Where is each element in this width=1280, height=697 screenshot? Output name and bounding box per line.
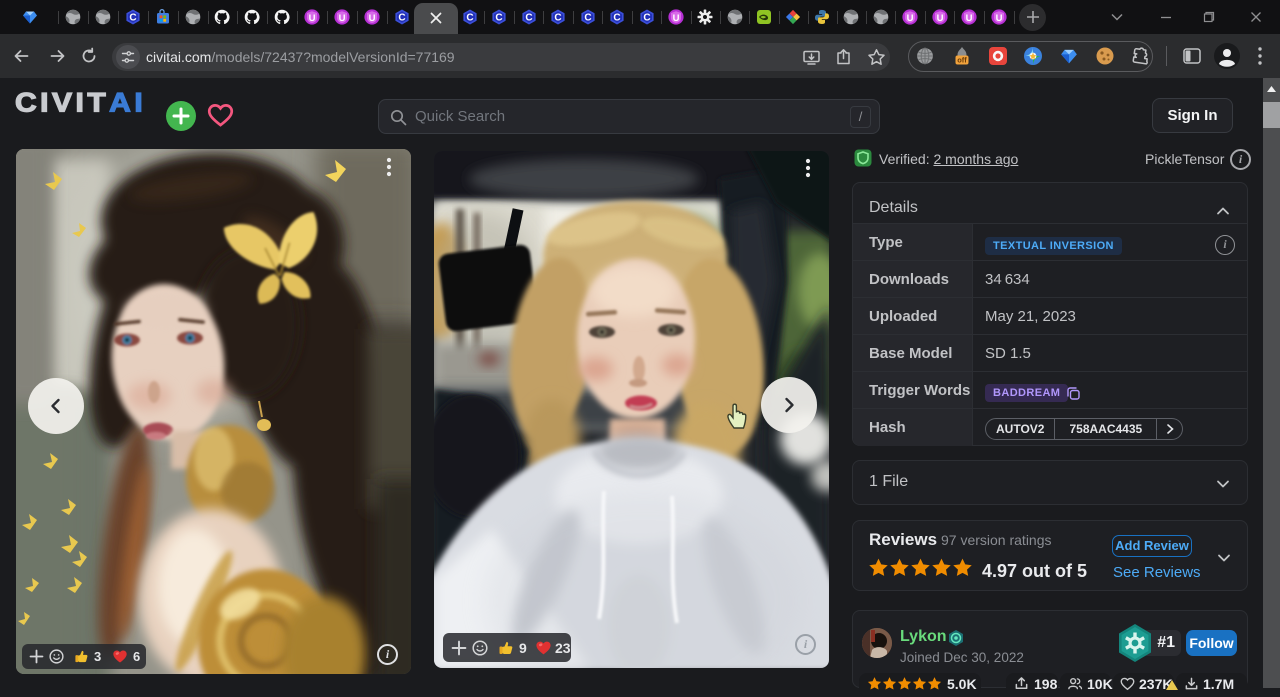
- svg-text:U: U: [907, 13, 914, 24]
- svg-text:U: U: [937, 13, 944, 24]
- svg-text:C: C: [525, 13, 532, 24]
- svg-text:C: C: [495, 13, 502, 24]
- svg-text:C: C: [466, 13, 473, 24]
- svg-text:U: U: [966, 13, 973, 24]
- svg-text:U: U: [996, 13, 1003, 24]
- svg-text:C: C: [584, 13, 591, 24]
- svg-text:U: U: [339, 13, 346, 24]
- svg-text:off: off: [957, 56, 967, 65]
- svg-text:U: U: [673, 13, 680, 24]
- svg-text:C: C: [398, 13, 405, 24]
- svg-text:C: C: [643, 13, 650, 24]
- svg-text:C: C: [613, 13, 620, 24]
- svg-text:C: C: [129, 13, 136, 24]
- svg-text:U: U: [309, 13, 316, 24]
- svg-text:C: C: [554, 13, 561, 24]
- svg-text:U: U: [369, 13, 376, 24]
